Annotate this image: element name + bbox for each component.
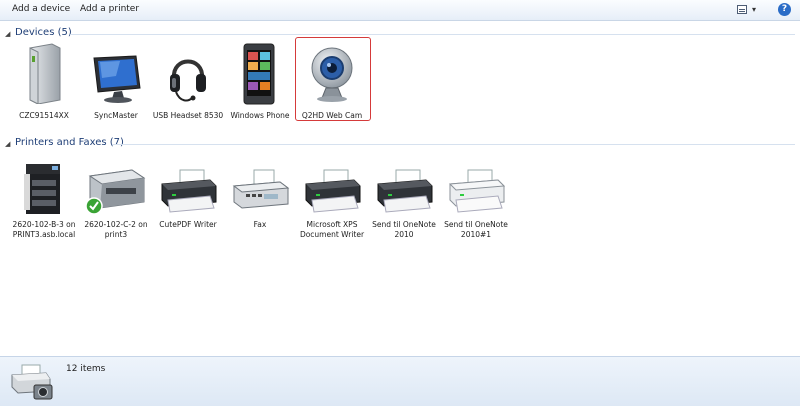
device-label: Windows Phone [230,111,290,120]
copier-icon [24,164,60,214]
group-title: Printers and Faxes (7) [15,137,124,148]
printer-item[interactable]: Fax [224,158,296,246]
device-item[interactable]: Q2HD Web Cam [296,42,368,122]
device-label: Q2HD Web Cam [301,111,363,120]
printer-item[interactable]: Send til OneNote 2010#1 [440,158,512,246]
phone-icon [243,43,275,105]
printer-label: Fax [253,220,267,229]
device-label: CZC91514XX [19,111,69,120]
printer-item[interactable]: CutePDF Writer [152,158,224,246]
help-icon[interactable]: ? [778,3,791,16]
printer-item[interactable]: 2620-102-C-2 on print3 [80,158,152,246]
printer-icon [448,169,506,213]
devices-printers-icon [11,364,53,400]
printer-label: Send til OneNote 2010 [372,220,436,239]
device-item[interactable]: SyncMaster [80,42,152,122]
add-printer-button[interactable]: Add a printer [80,4,139,14]
devices-group-header[interactable]: ◢ Devices (5) [0,26,800,42]
printer-label: 2620-102-B-3 on PRINT3.asb.local [12,220,76,239]
add-device-button[interactable]: Add a device [12,4,70,14]
printers-group-header[interactable]: ◢ Printers and Faxes (7) [0,136,800,152]
printer-icon [377,169,433,213]
printer-default-icon [85,169,146,215]
printer-icon [161,169,217,213]
group-divider [112,144,795,145]
printer-label: Microsoft XPS Document Writer [299,220,365,239]
device-label: USB Headset 8530 [152,111,224,120]
printer-label: 2620-102-C-2 on print3 [84,220,148,239]
printer-item[interactable]: Send til OneNote 2010 [368,158,440,246]
webcam-icon [311,47,353,102]
group-title: Devices (5) [15,27,72,38]
monitor-icon [93,55,141,103]
collapse-triangle-icon[interactable]: ◢ [5,140,10,148]
status-bar: 12 items [0,356,800,406]
device-item[interactable]: CZC91514XX [8,42,80,122]
computer-tower-icon [29,43,61,104]
item-count: 12 items [66,364,106,374]
printer-label: CutePDF Writer [159,220,217,229]
group-divider [70,34,795,35]
fax-icon [232,169,290,209]
printer-label: Send til OneNote 2010#1 [444,220,508,239]
printer-item[interactable]: Microsoft XPS Document Writer [296,158,368,246]
device-label: SyncMaster [94,111,138,120]
headset-icon [170,59,206,102]
device-item[interactable]: Windows Phone [224,42,296,122]
printer-item[interactable]: 2620-102-B-3 on PRINT3.asb.local [8,158,80,246]
printer-icon [305,169,361,213]
collapse-triangle-icon[interactable]: ◢ [5,30,10,38]
device-item[interactable]: USB Headset 8530 [152,42,224,122]
view-options-icon[interactable] [737,5,747,14]
command-bar: Add a device Add a printer ▾ ? [0,0,800,21]
view-dropdown-arrow[interactable]: ▾ [752,5,756,14]
